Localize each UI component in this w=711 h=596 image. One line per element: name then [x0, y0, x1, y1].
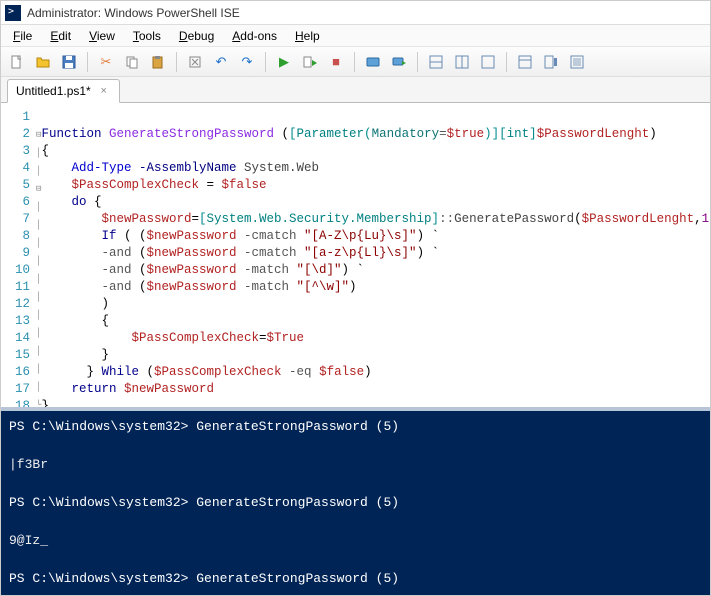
open-icon[interactable]	[33, 52, 53, 72]
toolbar-sep-5	[417, 52, 418, 72]
console-pane[interactable]: PS C:\Windows\system32> GenerateStrongPa…	[1, 407, 710, 595]
save-icon[interactable]	[59, 52, 79, 72]
menu-tools[interactable]: Tools	[125, 27, 169, 45]
close-icon[interactable]: ×	[97, 84, 111, 98]
toolbar: ✂ ↶ ↷ ▶ ■	[1, 47, 710, 77]
menu-bar: File Edit View Tools Debug Add-ons Help	[1, 25, 710, 47]
line-number-gutter: 1234567891011121314151617181920	[1, 103, 36, 407]
cut-icon[interactable]: ✂	[96, 52, 116, 72]
tab-bar: Untitled1.ps1* ×	[1, 77, 710, 103]
tab-untitled1[interactable]: Untitled1.ps1* ×	[7, 79, 120, 103]
show-command-icon[interactable]	[515, 52, 535, 72]
toolbar-sep-1	[87, 52, 88, 72]
menu-addons[interactable]: Add-ons	[224, 27, 285, 45]
layout-2-icon[interactable]	[452, 52, 472, 72]
menu-view[interactable]: View	[81, 27, 123, 45]
console-line: PS C:\Windows\system32> GenerateStrongPa…	[9, 571, 399, 586]
toolbar-sep-6	[506, 52, 507, 72]
clear-icon[interactable]	[185, 52, 205, 72]
menu-file[interactable]: File	[5, 27, 40, 45]
new-remote-icon[interactable]	[363, 52, 383, 72]
toolbar-sep-2	[176, 52, 177, 72]
stop-icon[interactable]: ■	[326, 52, 346, 72]
run-selection-icon[interactable]	[300, 52, 320, 72]
layout-1-icon[interactable]	[426, 52, 446, 72]
redo-icon[interactable]: ↷	[237, 52, 257, 72]
menu-debug[interactable]: Debug	[171, 27, 222, 45]
powershell-icon	[5, 5, 21, 21]
paste-icon[interactable]	[148, 52, 168, 72]
run-icon[interactable]: ▶	[274, 52, 294, 72]
console-line: 9@Iz_	[9, 533, 48, 548]
window-title: Administrator: Windows PowerShell ISE	[27, 6, 240, 20]
code-content[interactable]: Function GenerateStrongPassword ([Parame…	[41, 103, 710, 407]
toolbar-sep-4	[354, 52, 355, 72]
start-remote-icon[interactable]	[389, 52, 409, 72]
show-command-addon-icon[interactable]	[541, 52, 561, 72]
addon-tools-icon[interactable]	[567, 52, 587, 72]
title-bar: Administrator: Windows PowerShell ISE	[1, 1, 710, 25]
undo-icon[interactable]: ↶	[211, 52, 231, 72]
new-icon[interactable]	[7, 52, 27, 72]
tab-label: Untitled1.ps1*	[16, 84, 91, 98]
console-line: PS C:\Windows\system32> GenerateStrongPa…	[9, 495, 399, 510]
layout-3-icon[interactable]	[478, 52, 498, 72]
toolbar-sep-3	[265, 52, 266, 72]
console-line: |f3Br	[9, 457, 48, 472]
menu-help[interactable]: Help	[287, 27, 328, 45]
script-pane[interactable]: 1234567891011121314151617181920 ⊟││⊟││││…	[1, 103, 710, 407]
menu-edit[interactable]: Edit	[42, 27, 79, 45]
console-line: PS C:\Windows\system32> GenerateStrongPa…	[9, 419, 399, 434]
copy-icon[interactable]	[122, 52, 142, 72]
